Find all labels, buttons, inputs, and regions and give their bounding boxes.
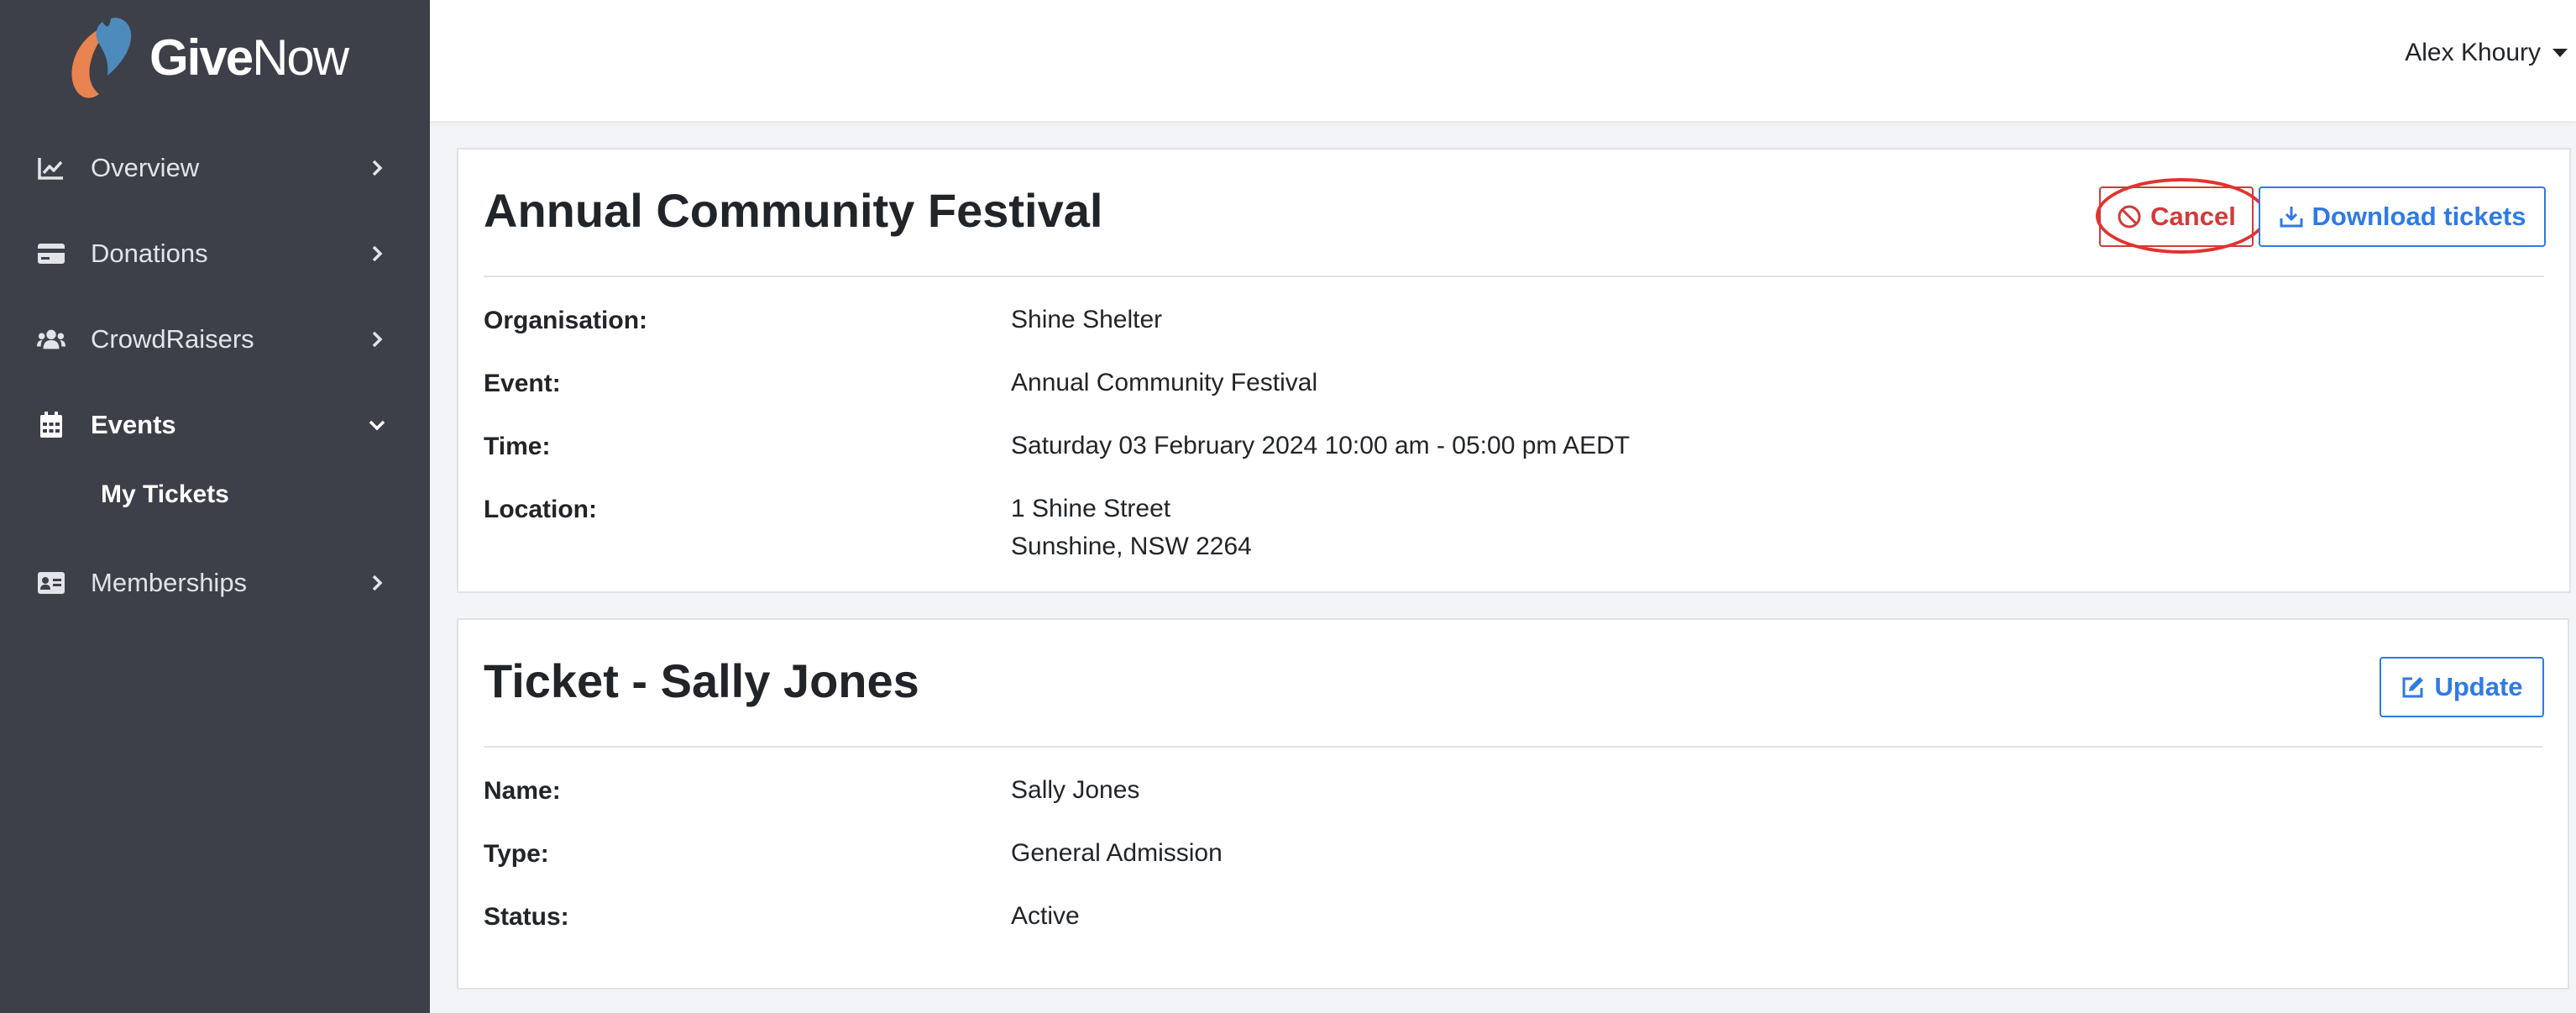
cancel-label: Cancel: [2150, 202, 2236, 231]
sidebar-item-memberships[interactable]: Memberships: [0, 549, 430, 617]
chevron-right-icon: [372, 245, 383, 262]
sidebar-item-donations[interactable]: Donations: [0, 220, 430, 287]
chevron-right-icon: [372, 575, 383, 591]
sidebar-item-crowdraisers[interactable]: CrowdRaisers: [0, 306, 430, 373]
cancel-button[interactable]: Cancel: [2099, 186, 2254, 247]
update-label: Update: [2434, 672, 2523, 701]
brand-name: GiveNow: [149, 29, 349, 86]
organisation-value: Shine Shelter: [1011, 306, 1163, 333]
sidebar-item-events[interactable]: Events: [0, 391, 430, 459]
top-bar: Alex Khoury: [430, 0, 2576, 121]
sidebar-item-label: CrowdRaisers: [91, 324, 254, 354]
type-label: Type:: [484, 840, 549, 868]
user-menu[interactable]: Alex Khoury: [2405, 39, 2568, 67]
ticket-title: Ticket - Sally Jones: [484, 654, 919, 707]
id-card-icon: [37, 569, 65, 597]
sidebar-item-label: Memberships: [91, 568, 248, 597]
calendar-icon: [37, 411, 65, 439]
sidebar: GiveNow Overview Donations CrowdRaisers …: [0, 0, 430, 1013]
chevron-down-icon: [369, 420, 385, 431]
type-value: General Admission: [1011, 839, 1223, 867]
time-label: Time:: [484, 433, 551, 460]
update-button[interactable]: Update: [2380, 657, 2544, 717]
event-title: Annual Community Festival: [484, 184, 1103, 237]
event-label: Event:: [484, 370, 561, 397]
edit-icon: [2402, 677, 2424, 698]
users-icon: [37, 325, 65, 354]
sidebar-item-overview[interactable]: Overview: [0, 134, 430, 202]
chart-line-icon: [37, 154, 65, 182]
card-divider: [484, 746, 2542, 748]
card-divider: [484, 276, 2544, 277]
sidebar-subitem-my-tickets[interactable]: My Tickets: [101, 480, 229, 509]
location-address-line2: Sunshine, NSW 2264: [1011, 533, 1252, 560]
sidebar-item-label: Overview: [91, 153, 200, 182]
sidebar-item-label: Donations: [91, 239, 208, 268]
chevron-right-icon: [372, 331, 383, 348]
time-value: Saturday 03 February 2024 10:00 am - 05:…: [1011, 432, 1631, 459]
ticket-details-card: Ticket - Sally Jones Update Name: Sally …: [457, 618, 2569, 989]
user-name: Alex Khoury: [2405, 39, 2541, 66]
event-details-card: Annual Community Festival Cancel Downloa…: [457, 148, 2571, 593]
download-tickets-button[interactable]: Download tickets: [2259, 186, 2546, 247]
download-label: Download tickets: [2312, 202, 2526, 231]
organisation-label: Organisation:: [484, 307, 648, 334]
givenow-logo[interactable]: GiveNow: [65, 13, 349, 102]
download-icon: [2280, 207, 2303, 228]
name-label: Name:: [484, 777, 561, 805]
status-value: Active: [1011, 902, 1080, 930]
location-label: Location:: [484, 496, 597, 523]
location-address-line1: 1 Shine Street: [1011, 495, 1171, 522]
heart-logo-icon: [71, 18, 132, 98]
chevron-right-icon: [372, 160, 383, 176]
credit-card-icon: [37, 239, 65, 268]
ban-icon: [2118, 205, 2141, 228]
status-label: Status:: [484, 903, 569, 931]
sidebar-item-label: Events: [91, 410, 176, 439]
name-value: Sally Jones: [1011, 776, 1140, 804]
caret-down-icon: [2552, 49, 2568, 57]
event-value: Annual Community Festival: [1011, 369, 1318, 396]
